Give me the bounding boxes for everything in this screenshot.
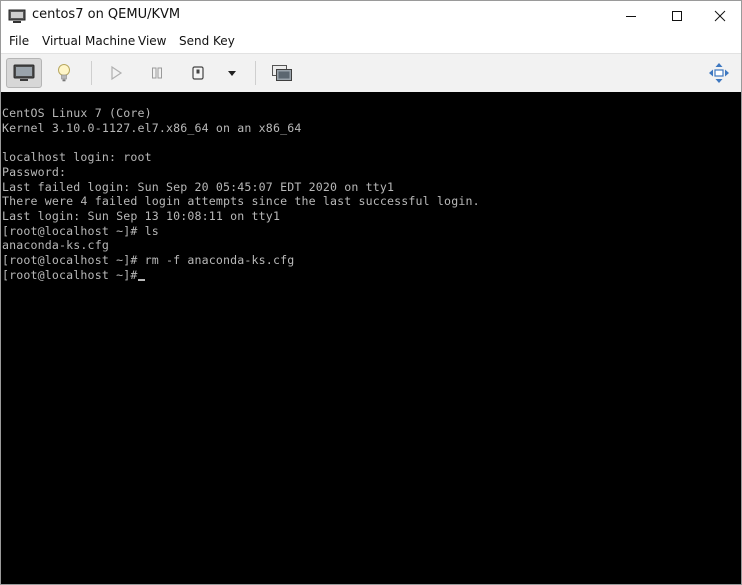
console-line: [root@localhost ~]# rm -f anaconda-ks.cf… xyxy=(2,253,295,268)
menu-virtual-machine[interactable]: Virtual Machine xyxy=(42,34,135,48)
toolbar-separator xyxy=(91,61,92,85)
console-prompt-line: [root@localhost ~]# xyxy=(2,267,138,282)
power-icon xyxy=(192,66,204,80)
minimize-icon xyxy=(626,16,636,17)
toolbar-separator xyxy=(255,61,256,85)
fullscreen-button[interactable] xyxy=(704,58,734,88)
console-line: Last failed login: Sun Sep 20 05:45:07 E… xyxy=(2,179,395,194)
console-line: [root@localhost ~]# ls xyxy=(2,223,159,238)
console-line: Last login: Sun Sep 13 10:08:11 on tty1 xyxy=(2,208,281,223)
show-console-button[interactable] xyxy=(6,58,42,88)
snapshot-icon xyxy=(272,65,292,81)
vm-viewer-window: centos7 on QEMU/KVM File Virtual Machine… xyxy=(0,0,742,585)
console-line: There were 4 failed login attempts since… xyxy=(2,194,480,209)
title-bar: centos7 on QEMU/KVM xyxy=(1,1,741,31)
lightbulb-icon xyxy=(58,64,70,82)
shutdown-button[interactable] xyxy=(183,58,213,88)
menu-file[interactable]: File xyxy=(9,34,29,48)
fullscreen-icon xyxy=(709,63,729,83)
window-title: centos7 on QEMU/KVM xyxy=(32,7,181,22)
console-line: localhost login: root xyxy=(2,150,152,165)
snapshots-button[interactable] xyxy=(266,58,298,88)
close-icon xyxy=(714,10,726,22)
dropdown-arrow-icon xyxy=(228,71,236,76)
toolbar xyxy=(1,53,741,92)
console-line: CentOS Linux 7 (Core) xyxy=(2,106,152,120)
console-icon xyxy=(13,64,35,81)
close-button[interactable] xyxy=(697,1,741,31)
menu-send-key[interactable]: Send Key xyxy=(179,34,235,48)
pause-icon xyxy=(152,67,162,79)
console-output: CentOS Linux 7 (Core) Kernel 3.10.0-1127… xyxy=(2,106,480,282)
vm-app-icon xyxy=(8,9,26,23)
console-line: Password: xyxy=(2,164,67,179)
maximize-button[interactable] xyxy=(654,1,700,31)
menu-bar: File Virtual Machine View Send Key xyxy=(1,31,741,53)
shutdown-menu-button[interactable] xyxy=(221,58,243,88)
pause-button[interactable] xyxy=(142,58,172,88)
console-line: anaconda-ks.cfg xyxy=(2,238,109,253)
maximize-icon xyxy=(672,11,682,21)
minimize-button[interactable] xyxy=(608,1,654,31)
show-details-button[interactable] xyxy=(47,58,81,88)
console-line: Kernel 3.10.0-1127.el7.x86_64 on an x86_… xyxy=(2,120,302,135)
play-icon xyxy=(111,65,123,81)
run-button[interactable] xyxy=(101,58,131,88)
text-cursor xyxy=(138,278,146,281)
menu-view[interactable]: View xyxy=(138,34,166,48)
vm-console[interactable]: CentOS Linux 7 (Core) Kernel 3.10.0-1127… xyxy=(1,92,741,584)
